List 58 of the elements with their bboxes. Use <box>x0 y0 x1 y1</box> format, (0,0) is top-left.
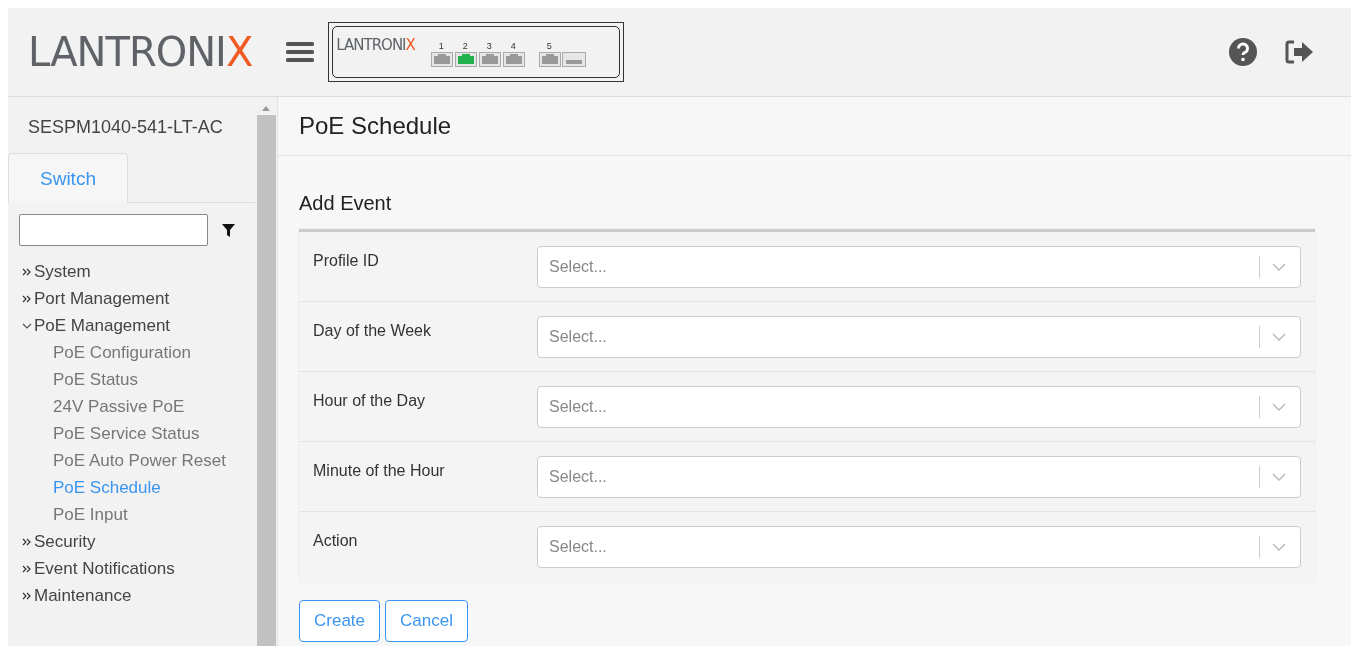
filter-field[interactable] <box>19 214 208 246</box>
nav-item[interactable]: Event Notifications <box>22 555 255 582</box>
double-chevron-icon <box>22 590 32 601</box>
field-label: Profile ID <box>313 251 380 270</box>
filter-icon[interactable] <box>222 223 235 237</box>
nav-subitem[interactable]: PoE Schedule <box>22 474 255 501</box>
page-title: PoE Schedule <box>299 112 452 140</box>
nav-subitem[interactable]: PoE Configuration <box>22 339 255 366</box>
nav-subitem[interactable]: PoE Input <box>22 501 255 528</box>
help-icon[interactable] <box>1229 38 1257 66</box>
chevron-down-icon <box>1272 473 1286 481</box>
sidebar-tab[interactable]: Switch <box>8 153 128 203</box>
port-icon[interactable] <box>430 52 453 67</box>
nav-item[interactable]: Maintenance <box>22 582 255 609</box>
chevron-down-icon <box>1272 403 1286 411</box>
logout-icon[interactable] <box>1285 40 1315 64</box>
port-icon[interactable] <box>502 52 525 67</box>
sfp-port-icon[interactable] <box>561 52 586 67</box>
nav-subitem[interactable]: PoE Status <box>22 366 255 393</box>
port-number: 2 <box>461 41 468 52</box>
select-field[interactable]: Select... <box>537 316 1301 358</box>
section-title: Add Event <box>299 192 393 215</box>
double-chevron-icon <box>22 563 32 574</box>
nav-item[interactable]: Security <box>22 528 255 555</box>
chevron-down-icon <box>1272 543 1286 551</box>
select-field[interactable]: Select... <box>537 386 1301 428</box>
double-chevron-icon <box>22 536 32 547</box>
lantronix-logo: LANTRONIX <box>28 29 253 75</box>
device-name: SESPM1040-541-LT-AC <box>27 116 224 139</box>
port-number: 4 <box>509 41 516 52</box>
chevron-down-icon <box>1272 263 1286 271</box>
field-label: Hour of the Day <box>313 391 427 410</box>
double-chevron-icon <box>22 266 32 277</box>
nav-item[interactable]: Port Management <box>22 285 255 312</box>
port-icon[interactable] <box>538 52 561 67</box>
port-icon[interactable] <box>454 52 477 67</box>
field-label: Day of the Week <box>313 321 432 340</box>
chevron-down-icon <box>1272 333 1286 341</box>
port-number: 1 <box>437 41 444 52</box>
select-field[interactable]: Select... <box>537 526 1301 568</box>
nav-item[interactable]: PoE Management <box>22 312 255 339</box>
scroll-up-icon[interactable] <box>261 105 271 111</box>
menu-icon[interactable] <box>286 40 315 64</box>
field-label: Minute of the Hour <box>313 461 446 480</box>
select-field[interactable]: Select... <box>537 246 1301 288</box>
nav-subitem[interactable]: PoE Service Status <box>22 420 255 447</box>
port-icon[interactable] <box>478 52 501 67</box>
port-number: 3 <box>485 41 492 52</box>
create-button[interactable]: Create <box>299 600 381 642</box>
double-chevron-icon <box>22 293 32 304</box>
device-logo: LANTRONIX <box>336 36 415 54</box>
nav-subitem[interactable]: 24V Passive PoE <box>22 393 255 420</box>
cancel-button[interactable]: Cancel <box>385 600 468 642</box>
nav-item[interactable]: System <box>22 258 255 285</box>
port-number: 5 <box>545 41 552 52</box>
nav-subitem[interactable]: PoE Auto Power Reset <box>22 447 255 474</box>
field-label: Action <box>313 531 359 550</box>
select-field[interactable]: Select... <box>537 456 1301 498</box>
